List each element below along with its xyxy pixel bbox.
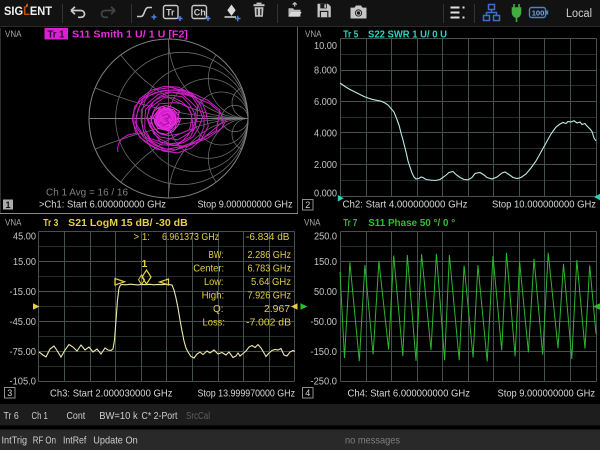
svg-text:-45.00: -45.00 <box>10 317 37 328</box>
svg-text:-50.00: -50.00 <box>311 317 338 328</box>
svg-text:SrcCal: SrcCal <box>186 410 210 422</box>
svg-text:6.783 GHz: 6.783 GHz <box>248 263 292 275</box>
svg-text:50.00: 50.00 <box>314 287 337 298</box>
svg-text:-105.0: -105.0 <box>10 377 37 388</box>
svg-text:1: 1 <box>5 200 10 210</box>
svg-text:Local: Local <box>566 8 592 20</box>
svg-text:150.0: 150.0 <box>314 257 337 268</box>
svg-text:-250.0: -250.0 <box>311 377 338 388</box>
svg-text:>Ch1: Start 6.000000000 GHz: >Ch1: Start 6.000000000 GHz <box>39 199 166 211</box>
svg-text:VNA: VNA <box>5 29 22 40</box>
svg-text:> 1:: > 1: <box>134 231 151 243</box>
svg-text:BW=10 k: BW=10 k <box>99 410 138 422</box>
svg-text:4: 4 <box>305 388 310 398</box>
svg-text:IntTrig: IntTrig <box>2 435 28 447</box>
svg-text:7.926 GHz: 7.926 GHz <box>248 290 292 302</box>
svg-text:Ch 1: Ch 1 <box>32 410 48 422</box>
svg-text:Ch: Ch <box>194 8 206 18</box>
svg-text:Tr 7: Tr 7 <box>343 217 357 229</box>
svg-text:High:: High: <box>202 290 225 302</box>
svg-text:0.000: 0.000 <box>314 188 337 199</box>
svg-text:Stop 9.000000000 GHz: Stop 9.000000000 GHz <box>498 388 596 400</box>
svg-text:100: 100 <box>532 8 545 17</box>
svg-text:IntRef: IntRef <box>63 435 86 447</box>
svg-text:VNA: VNA <box>304 218 321 229</box>
svg-text:Tr: Tr <box>166 8 175 18</box>
svg-text:45.00: 45.00 <box>13 232 36 243</box>
svg-text:Stop 13.999970000 GHz: Stop 13.999970000 GHz <box>198 388 296 400</box>
svg-text:VNA: VNA <box>5 218 22 229</box>
svg-text:VNA: VNA <box>305 29 322 40</box>
svg-text:1: 1 <box>142 258 148 270</box>
svg-text:-7.002 dB: -7.002 dB <box>246 317 291 329</box>
svg-text:2.000: 2.000 <box>314 160 337 171</box>
svg-text:Update On: Update On <box>93 435 138 447</box>
svg-text:SIGLENT: SIGLENT <box>4 6 52 18</box>
svg-text:10.00: 10.00 <box>314 41 337 52</box>
svg-text:RF On: RF On <box>33 435 56 447</box>
svg-text:BW:: BW: <box>209 249 224 261</box>
svg-text:-15.00: -15.00 <box>10 287 37 298</box>
svg-text:Tr 1: Tr 1 <box>48 29 65 41</box>
svg-text:Ch2: Start 4.000000000 GHz: Ch2: Start 4.000000000 GHz <box>343 199 468 211</box>
svg-text:-75.00: -75.00 <box>10 347 37 358</box>
svg-text:Q:: Q: <box>213 303 224 315</box>
svg-text:Stop 9.000000000 GHz: Stop 9.000000000 GHz <box>198 199 293 211</box>
svg-text:Tr 3: Tr 3 <box>43 217 58 229</box>
svg-text:6.000: 6.000 <box>314 97 337 108</box>
svg-text:15.00: 15.00 <box>13 257 36 268</box>
svg-text:2.967: 2.967 <box>264 303 290 315</box>
svg-text:6.961373 GHz: 6.961373 GHz <box>162 231 219 243</box>
svg-text:2: 2 <box>305 200 310 210</box>
svg-text:Ch3: Start 2.000030000 GHz: Ch3: Start 2.000030000 GHz <box>50 388 173 400</box>
svg-text:Stop 10.000000000 GHz: Stop 10.000000000 GHz <box>492 199 596 211</box>
svg-text:Low:: Low: <box>204 276 224 288</box>
svg-text:3: 3 <box>7 388 12 398</box>
svg-text:Ch 1 Avg = 16 / 16: Ch 1 Avg = 16 / 16 <box>46 187 128 199</box>
svg-text:5.64 GHz: 5.64 GHz <box>251 276 291 288</box>
svg-text:C* 2-Port: C* 2-Port <box>142 410 178 422</box>
svg-text:-6.834 dB: -6.834 dB <box>246 231 290 243</box>
svg-text:S11 Phase 50 °/ 0 °: S11 Phase 50 °/ 0 ° <box>368 217 455 229</box>
svg-text:250.0: 250.0 <box>314 232 337 243</box>
svg-text:8.000: 8.000 <box>314 66 337 77</box>
svg-text:no messages: no messages <box>345 435 400 447</box>
svg-text:4.000: 4.000 <box>314 129 337 140</box>
svg-text:Loss:: Loss: <box>203 317 226 329</box>
svg-text:Tr 6: Tr 6 <box>4 410 19 422</box>
svg-text:Ch4: Start 6.000000000 GHz: Ch4: Start 6.000000000 GHz <box>348 388 471 400</box>
svg-text:Cont: Cont <box>67 410 86 422</box>
svg-text:S21 LogM 15 dB/ -30 dB: S21 LogM 15 dB/ -30 dB <box>68 217 188 229</box>
svg-text:Center:: Center: <box>193 263 224 275</box>
svg-text:2.286 GHz: 2.286 GHz <box>248 249 292 261</box>
svg-text:-150.0: -150.0 <box>311 347 338 358</box>
